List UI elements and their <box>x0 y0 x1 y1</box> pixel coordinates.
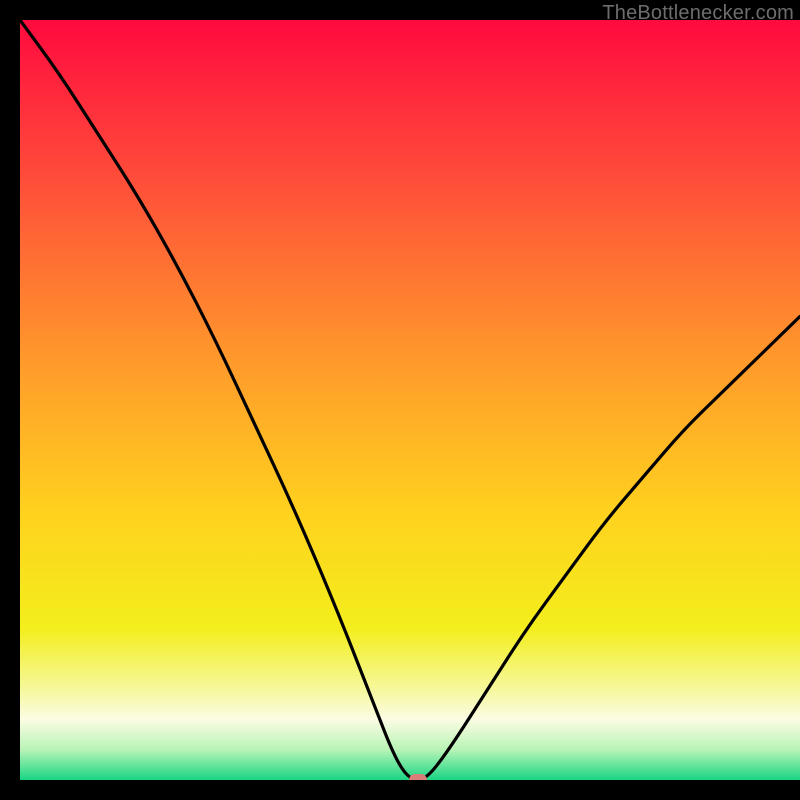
plot-frame: TheBottlenecker.com <box>20 0 800 780</box>
bottleneck-curve <box>20 20 800 780</box>
plot-area <box>20 20 800 780</box>
optimal-point-marker <box>409 774 427 780</box>
chart-stage: { "source": { "label": "TheBottlenecker.… <box>0 0 800 800</box>
